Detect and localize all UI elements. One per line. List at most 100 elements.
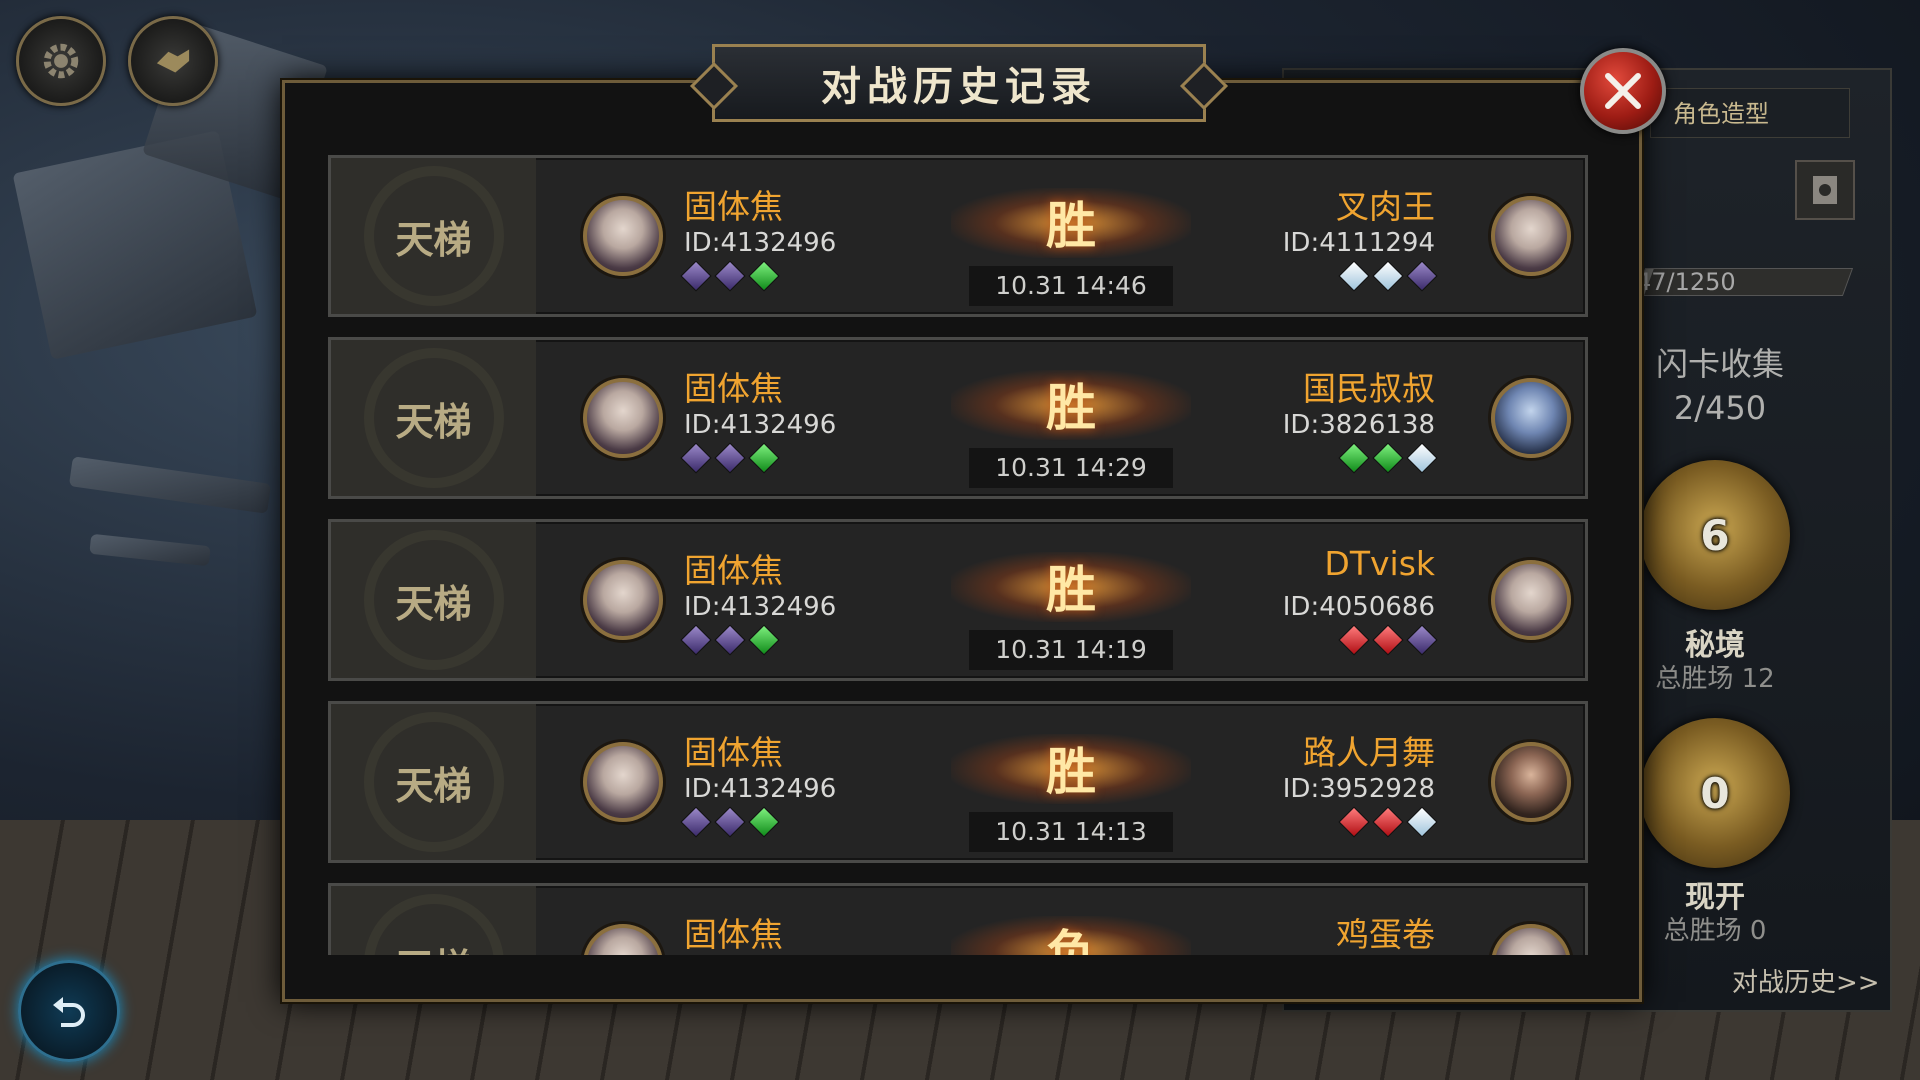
player-id: ID:4132496 <box>684 592 837 622</box>
opponent-avatar[interactable] <box>1491 196 1571 276</box>
mode-label: 天梯 <box>395 217 472 262</box>
purple-gem-icon <box>680 260 712 292</box>
opponent-id: ID:3952928 <box>1282 774 1435 804</box>
mode-label-box: 天梯 <box>331 704 536 860</box>
red-gem-icon <box>1372 806 1404 838</box>
player-rank-gems <box>680 624 780 656</box>
player-id: ID:4132496 <box>684 228 837 258</box>
opponent-rank-gems <box>1338 624 1438 656</box>
return-arrow-icon <box>53 997 85 1027</box>
match-result: 胜 <box>1046 743 1096 801</box>
player-name: 固体焦 <box>684 733 783 772</box>
red-gem-icon <box>1338 624 1370 656</box>
mode-label-box: 天梯 <box>331 158 536 314</box>
green-gem-icon <box>1338 442 1370 474</box>
dialog-title-plate: 对战历史记录 <box>712 44 1206 122</box>
player-name: 固体焦 <box>684 369 783 408</box>
collection-label: 闪卡收集 <box>1655 345 1784 383</box>
purple-gem-icon <box>680 806 712 838</box>
green-gem-icon <box>748 624 780 656</box>
dialog-title: 对战历史记录 <box>821 64 1097 110</box>
white-gem-icon <box>1372 260 1404 292</box>
match-time: 10.31 14:46 <box>969 266 1173 306</box>
opponent-name: DTvisk <box>1324 544 1435 583</box>
match-time: 10.31 14:19 <box>969 630 1173 670</box>
player-avatar[interactable] <box>583 560 663 640</box>
white-gem-icon <box>1406 806 1438 838</box>
progress-text: 47/1250 <box>1636 268 1736 296</box>
opponent-id: ID:4050686 <box>1282 592 1435 622</box>
back-button[interactable] <box>18 960 120 1062</box>
white-gem-icon <box>1338 260 1370 292</box>
match-time: 10.31 14:13 <box>969 812 1173 852</box>
player-avatar[interactable] <box>583 742 663 822</box>
mode-label: 天梯 <box>395 937 471 956</box>
purple-gem-icon <box>714 442 746 474</box>
opponent-name: 鸡蛋卷 <box>1336 915 1435 954</box>
sealed-emblem[interactable]: 0 <box>1640 718 1790 868</box>
player-id: ID:4132496 <box>684 774 837 804</box>
player-name: 固体焦 <box>684 551 783 590</box>
opponent-id: ID:3826138 <box>1282 410 1435 440</box>
mode-label: 天梯 <box>395 763 472 808</box>
green-gem-icon <box>748 260 780 292</box>
player-rank-gems <box>680 806 780 838</box>
battle-record-row[interactable]: 天梯 固体焦 ID:4132496 胜 10.31 14:19 DTvisk ID:4050… <box>328 519 1588 681</box>
player-name: 固体焦 <box>684 187 783 226</box>
battle-history-link[interactable]: 对战历史>> <box>1732 962 1880 999</box>
mode-label-box: 天梯 <box>331 522 536 678</box>
secret-realm-emblem[interactable]: 6 <box>1640 460 1790 610</box>
purple-gem-icon <box>680 442 712 474</box>
background-rock <box>68 456 272 514</box>
player-avatar[interactable] <box>583 378 663 458</box>
green-gem-icon <box>1372 442 1404 474</box>
green-gem-icon <box>748 442 780 474</box>
handshake-button[interactable] <box>128 16 218 106</box>
opponent-rank-gems <box>1338 260 1438 292</box>
card-icon-button[interactable] <box>1795 160 1855 220</box>
red-gem-icon <box>1338 806 1370 838</box>
purple-gem-icon <box>1406 260 1438 292</box>
tab-character-style[interactable]: 角色造型 <box>1650 88 1850 138</box>
opponent-avatar[interactable] <box>1491 560 1571 640</box>
close-icon <box>1605 73 1641 109</box>
card-icon <box>1813 176 1837 204</box>
opponent-rank-gems <box>1338 442 1438 474</box>
player-name: 固体焦 <box>684 915 783 954</box>
opponent-name: 国民叔叔 <box>1303 369 1435 408</box>
opponent-avatar[interactable] <box>1491 378 1571 458</box>
match-result: 胜 <box>1046 561 1096 619</box>
player-id: ID:4132496 <box>684 410 837 440</box>
badge-count: 6 <box>1700 510 1730 560</box>
opponent-name: 叉肉王 <box>1336 187 1435 226</box>
gear-icon <box>43 43 79 79</box>
match-result: 负 <box>1046 925 1096 955</box>
settings-button[interactable] <box>16 16 106 106</box>
badge-subtitle: 总胜场 0 <box>1663 916 1767 946</box>
purple-gem-icon <box>714 806 746 838</box>
player-avatar[interactable] <box>583 196 663 276</box>
battle-record-row[interactable]: 天梯 固体焦 负 鸡蛋卷 <box>328 883 1588 955</box>
match-result: 胜 <box>1046 197 1096 255</box>
green-gem-icon <box>748 806 780 838</box>
purple-gem-icon <box>714 260 746 292</box>
match-time: 10.31 14:29 <box>969 448 1173 488</box>
mode-label: 天梯 <box>395 581 472 626</box>
white-gem-icon <box>1406 442 1438 474</box>
opponent-avatar[interactable] <box>1491 924 1571 955</box>
close-button[interactable] <box>1580 48 1666 134</box>
battle-record-row[interactable]: 天梯 固体焦 ID:4132496 胜 10.31 14:29 国民叔叔 ID:382613… <box>328 337 1588 499</box>
player-avatar[interactable] <box>583 924 663 955</box>
opponent-avatar[interactable] <box>1491 742 1571 822</box>
battle-record-list[interactable]: 天梯 固体焦 ID:4132496 胜 10.31 14:46 叉肉王 ID:4111294… <box>320 155 1598 955</box>
battle-record-row[interactable]: 天梯 固体焦 ID:4132496 胜 10.31 14:13 路人月舞 ID:395292… <box>328 701 1588 863</box>
battle-record-row[interactable]: 天梯 固体焦 ID:4132496 胜 10.31 14:46 叉肉王 ID:4111294 <box>328 155 1588 317</box>
opponent-name: 路人月舞 <box>1303 733 1435 772</box>
purple-gem-icon <box>714 624 746 656</box>
red-gem-icon <box>1372 624 1404 656</box>
match-result: 胜 <box>1046 379 1096 437</box>
purple-gem-icon <box>680 624 712 656</box>
collection-value: 2/450 <box>1673 389 1767 427</box>
player-rank-gems <box>680 442 780 474</box>
purple-gem-icon <box>1406 624 1438 656</box>
